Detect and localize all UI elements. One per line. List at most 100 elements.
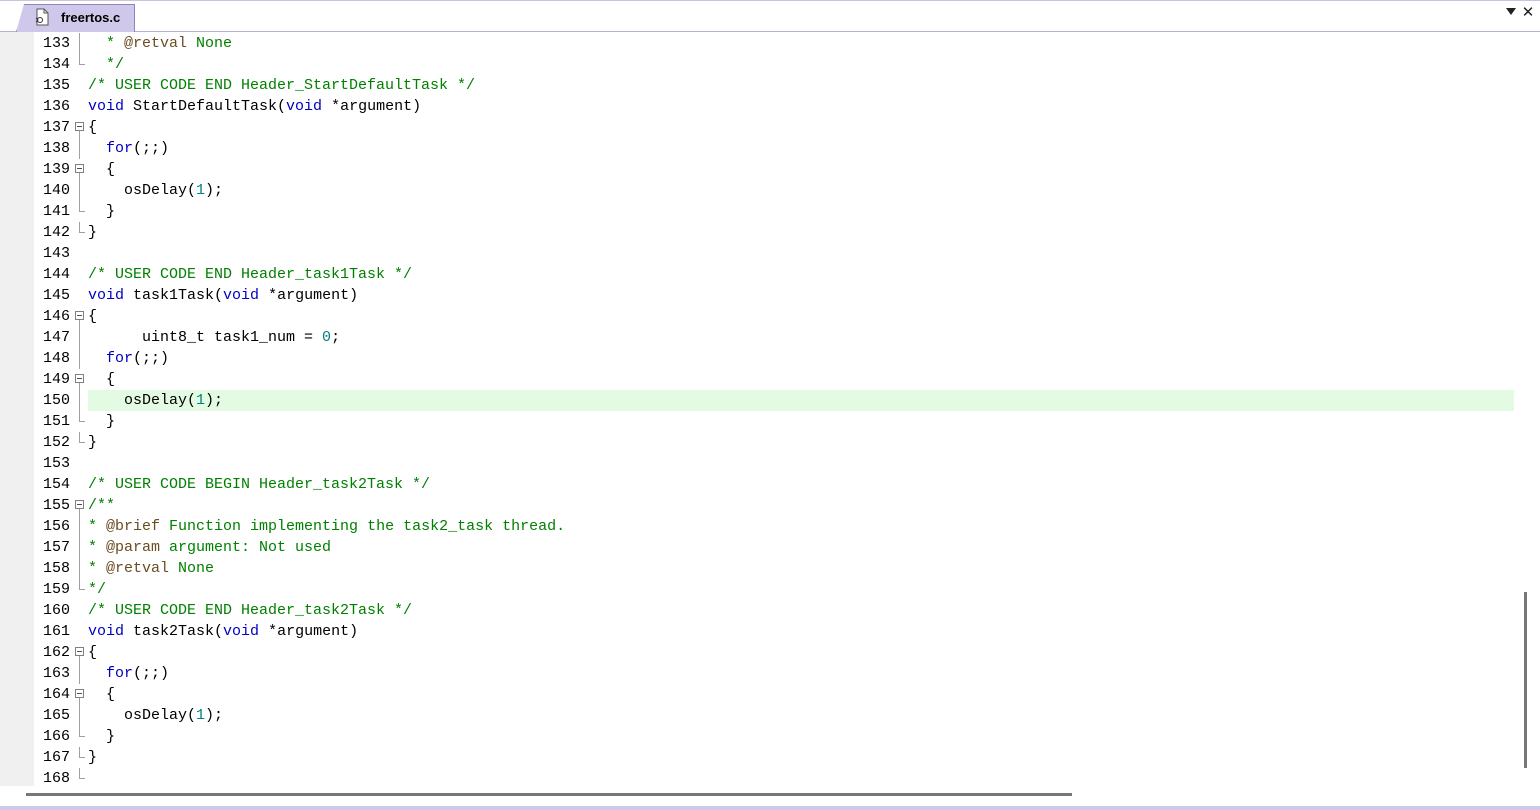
comment-token: /* USER CODE END Header_task1Task */ [88, 266, 413, 283]
code-text: * @param argument: Not used [88, 537, 331, 558]
line-number: 134 [42, 56, 70, 73]
collapse-icon[interactable] [75, 689, 84, 698]
horizontal-scrollbar[interactable] [0, 786, 1540, 806]
code-line[interactable]: 136 void StartDefaultTask(void *argument) [0, 96, 1514, 117]
comment-token: * [88, 560, 107, 577]
code-line[interactable]: 146 { [0, 306, 1514, 327]
code-line[interactable]: 133 * @retval None [0, 33, 1514, 54]
collapse-icon[interactable] [75, 374, 84, 383]
comment-token: Function implementing the task2_task thr… [160, 518, 566, 535]
code-line[interactable]: 154 /* USER CODE BEGIN Header_task2Task *… [0, 474, 1514, 495]
code-line[interactable]: 163 for(;;) [0, 663, 1514, 684]
vertical-scrollbar[interactable] [1514, 32, 1540, 786]
line-number: 151 [42, 413, 70, 430]
fold-end-marker [79, 54, 85, 65]
fold-end-marker [79, 726, 85, 737]
code-token: *argument) [259, 287, 359, 304]
code-line-background [88, 138, 1514, 159]
code-line[interactable]: 149 { [0, 369, 1514, 390]
code-line[interactable]: 139 { [0, 159, 1514, 180]
code-line[interactable]: 157 * @param argument: Not used [0, 537, 1514, 558]
close-icon[interactable]: ✕ [1521, 5, 1535, 21]
collapse-icon[interactable] [75, 500, 84, 509]
code-text: osDelay(1); [88, 705, 223, 726]
code-line[interactable]: 141 } [0, 201, 1514, 222]
vertical-scrollbar-thumb[interactable] [1524, 592, 1527, 768]
comment-token: */ [88, 56, 125, 73]
code-token: osDelay( [88, 182, 197, 199]
code-token: osDelay( [88, 707, 197, 724]
fold-end-marker [79, 201, 85, 212]
code-line[interactable]: 152} [0, 432, 1514, 453]
code-token: } [88, 749, 98, 766]
code-line[interactable]: 145 void task1Task(void *argument) [0, 285, 1514, 306]
code-line[interactable]: 158 * @retval None [0, 558, 1514, 579]
code-line-background [88, 495, 1514, 516]
code-line[interactable]: 167} [0, 747, 1514, 768]
chevron-down-icon[interactable] [1506, 8, 1516, 15]
code-line[interactable]: 166 } [0, 726, 1514, 747]
code-line[interactable]: 140 osDelay(1); [0, 180, 1514, 201]
line-number: 147 [42, 329, 70, 346]
code-line[interactable]: 161 void task2Task(void *argument) [0, 621, 1514, 642]
code-token: uint8_t task1_num = [88, 329, 323, 346]
code-line[interactable]: 134 */ [0, 54, 1514, 75]
code-line[interactable]: 138 for(;;) [0, 138, 1514, 159]
collapse-icon[interactable] [75, 647, 84, 656]
code-token: *argument) [259, 623, 359, 640]
collapse-icon[interactable] [75, 122, 84, 131]
code-line[interactable]: 159 */ [0, 579, 1514, 600]
horizontal-scrollbar-thumb[interactable] [26, 793, 1072, 796]
code-line[interactable]: 143 [0, 243, 1514, 264]
tab-freertos-c[interactable]: freertos.c [16, 4, 135, 32]
line-number: 163 [42, 665, 70, 682]
fold-end-marker [79, 432, 85, 443]
code-token: task2Task( [124, 623, 224, 640]
code-line[interactable]: 168 [0, 768, 1514, 786]
code-line[interactable]: 164 { [0, 684, 1514, 705]
code-editor[interactable]: 133 * @retval None 134 */135/* USER CODE … [0, 32, 1514, 786]
code-token: ); [205, 392, 224, 409]
code-line[interactable]: 155 /** [0, 495, 1514, 516]
fold-guide [79, 33, 80, 54]
keyword-token: for [106, 350, 134, 367]
keyword-token: void [286, 98, 323, 115]
code-text: /* USER CODE END Header_task2Task */ [88, 600, 412, 621]
code-line[interactable]: 147 uint8_t task1_num = 0; [0, 327, 1514, 348]
code-line[interactable]: 151 } [0, 411, 1514, 432]
code-line[interactable]: 165 osDelay(1); [0, 705, 1514, 726]
collapse-icon[interactable] [75, 311, 84, 320]
code-text: /** [88, 495, 115, 516]
code-line[interactable]: 142} [0, 222, 1514, 243]
line-number: 155 [42, 497, 70, 514]
code-text: for(;;) [88, 663, 169, 684]
code-line[interactable]: 156 * @brief Function implementing the ta… [0, 516, 1514, 537]
code-line-background [88, 663, 1514, 684]
comment-token: argument: Not used [160, 539, 332, 556]
code-line[interactable]: 135 /* USER CODE END Header_StartDefaultT… [0, 75, 1514, 96]
code-token: } [88, 728, 116, 745]
code-line[interactable]: 162 { [0, 642, 1514, 663]
line-number: 149 [42, 371, 70, 388]
code-text: osDelay(1); [88, 390, 223, 411]
code-line[interactable]: 160 /* USER CODE END Header_task2Task */ [0, 600, 1514, 621]
code-text: { [88, 684, 115, 705]
code-text: */ [88, 54, 124, 75]
code-line[interactable]: 137 { [0, 117, 1514, 138]
code-line[interactable]: 144 /* USER CODE END Header_task1Task */ [0, 264, 1514, 285]
code-line-background [88, 705, 1514, 726]
line-number: 145 [42, 287, 70, 304]
keyword-token: void [223, 623, 260, 640]
code-line[interactable]: 148 for(;;) [0, 348, 1514, 369]
code-text: { [88, 369, 115, 390]
line-number: 133 [42, 35, 70, 52]
code-token: { [88, 161, 116, 178]
code-line[interactable]: 153 [0, 453, 1514, 474]
fold-guide [79, 516, 80, 537]
code-line-background [88, 768, 1514, 786]
code-line[interactable]: 150 osDelay(1); [0, 390, 1514, 411]
fold-end-marker [79, 411, 85, 422]
code-line-background [88, 159, 1514, 180]
collapse-icon[interactable] [75, 164, 84, 173]
